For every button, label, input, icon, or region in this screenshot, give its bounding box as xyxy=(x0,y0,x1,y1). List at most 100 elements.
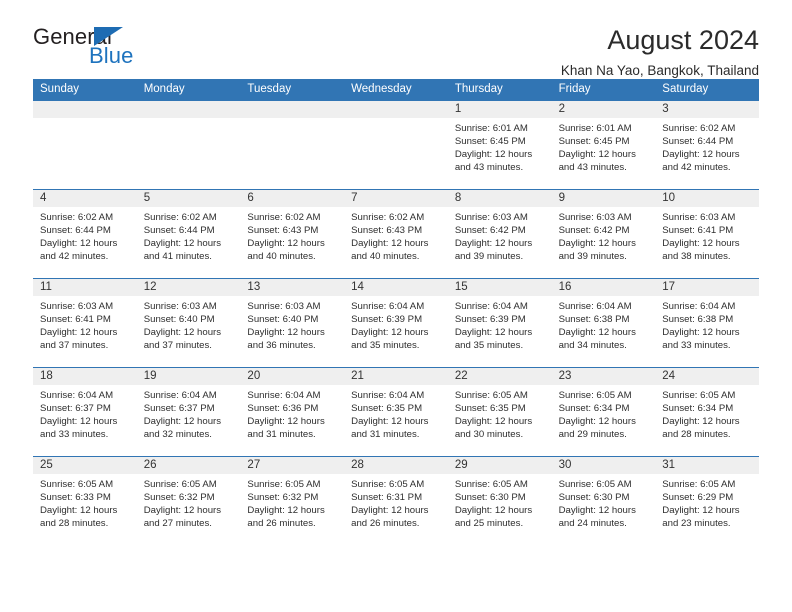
sunrise-text: Sunrise: 6:04 AM xyxy=(143,390,217,401)
day-number xyxy=(136,101,241,118)
daylight-text: Daylight: 12 hours and 36 minutes. xyxy=(247,327,325,352)
day-number: 10 xyxy=(655,190,759,207)
daylight-text: Daylight: 12 hours and 42 minutes. xyxy=(40,238,118,263)
daylight-text: Daylight: 12 hours and 40 minutes. xyxy=(351,238,429,263)
day-cell[interactable]: 6 Sunrise: 6:02 AM Sunset: 6:43 PM Daylight… xyxy=(240,190,345,278)
day-number xyxy=(33,101,137,118)
sunrise-text: Sunrise: 6:04 AM xyxy=(558,301,632,312)
day-number: 8 xyxy=(447,190,552,207)
sunset-text: Sunset: 6:38 PM xyxy=(662,314,734,326)
calendar-week-row: 1 Sunrise: 6:01 AM Sunset: 6:45 PM Daylight… xyxy=(33,101,759,189)
day-cell[interactable]: 10 Sunrise: 6:03 AM Sunset: 6:41 PM Dayligh… xyxy=(655,190,759,278)
sunrise-text: Sunrise: 6:02 AM xyxy=(247,212,321,223)
day-info: Sunrise: 6:05 AM Sunset: 6:35 PM Daylight:… xyxy=(448,385,552,441)
day-cell[interactable]: 13 Sunrise: 6:03 AM Sunset: 6:40 PM Dayligh… xyxy=(240,279,345,367)
sunrise-text: Sunrise: 6:03 AM xyxy=(454,212,528,223)
day-number: 18 xyxy=(33,368,137,385)
sunset-text: Sunset: 6:39 PM xyxy=(351,314,423,326)
day-cell[interactable]: 3 Sunrise: 6:02 AM Sunset: 6:44 PM Daylight… xyxy=(655,101,759,189)
day-cell[interactable]: 21 Sunrise: 6:04 AM Sunset: 6:35 PM Dayligh… xyxy=(344,368,448,456)
day-cell[interactable]: 23 Sunrise: 6:05 AM Sunset: 6:34 PM Dayligh… xyxy=(551,368,656,456)
day-cell[interactable]: 19 Sunrise: 6:04 AM Sunset: 6:37 PM Dayligh… xyxy=(136,368,241,456)
day-info: Sunrise: 6:02 AM Sunset: 6:43 PM Daylight:… xyxy=(240,207,344,263)
day-cell[interactable]: 4 Sunrise: 6:02 AM Sunset: 6:44 PM Daylight… xyxy=(33,190,137,278)
sunrise-text: Sunrise: 6:03 AM xyxy=(40,301,114,312)
day-number: 3 xyxy=(655,101,759,118)
day-cell[interactable]: 16 Sunrise: 6:04 AM Sunset: 6:38 PM Dayligh… xyxy=(551,279,656,367)
sunrise-text: Sunrise: 6:03 AM xyxy=(143,301,217,312)
day-number: 29 xyxy=(447,457,552,474)
day-number: 13 xyxy=(240,279,345,296)
day-cell[interactable]: 15 Sunrise: 6:04 AM Sunset: 6:39 PM Dayligh… xyxy=(447,279,552,367)
daylight-text: Daylight: 12 hours and 28 minutes. xyxy=(40,505,118,530)
sunrise-text: Sunrise: 6:05 AM xyxy=(662,479,736,490)
day-number: 22 xyxy=(447,368,552,385)
day-number: 4 xyxy=(33,190,137,207)
day-cell[interactable]: 22 Sunrise: 6:05 AM Sunset: 6:35 PM Dayligh… xyxy=(447,368,552,456)
day-info: Sunrise: 6:05 AM Sunset: 6:32 PM Daylight:… xyxy=(240,474,344,530)
weekday-header-wednesday: Wednesday xyxy=(351,83,412,96)
day-cell[interactable]: 5 Sunrise: 6:02 AM Sunset: 6:44 PM Daylight… xyxy=(136,190,241,278)
day-number: 1 xyxy=(447,101,552,118)
day-cell[interactable]: 31 Sunrise: 6:05 AM Sunset: 6:29 PM Dayligh… xyxy=(655,457,759,545)
day-cell[interactable]: 12 Sunrise: 6:03 AM Sunset: 6:40 PM Dayligh… xyxy=(136,279,241,367)
daylight-text: Daylight: 12 hours and 26 minutes. xyxy=(247,505,325,530)
sunset-text: Sunset: 6:39 PM xyxy=(454,314,526,326)
sunset-text: Sunset: 6:35 PM xyxy=(454,403,526,415)
sunset-text: Sunset: 6:44 PM xyxy=(662,136,734,148)
day-info: Sunrise: 6:01 AM Sunset: 6:45 PM Daylight:… xyxy=(552,118,656,174)
daylight-text: Daylight: 12 hours and 25 minutes. xyxy=(454,505,533,530)
day-number: 23 xyxy=(551,368,656,385)
day-number: 21 xyxy=(344,368,448,385)
day-cell[interactable]: 8 Sunrise: 6:03 AM Sunset: 6:42 PM Daylight… xyxy=(447,190,552,278)
day-number: 25 xyxy=(33,457,137,474)
day-number: 12 xyxy=(136,279,241,296)
daylight-text: Daylight: 12 hours and 37 minutes. xyxy=(40,327,118,352)
day-cell[interactable]: 18 Sunrise: 6:04 AM Sunset: 6:37 PM Dayligh… xyxy=(33,368,137,456)
day-number: 30 xyxy=(551,457,656,474)
day-number: 16 xyxy=(551,279,656,296)
sunrise-text: Sunrise: 6:05 AM xyxy=(40,479,114,490)
day-cell[interactable]: 27 Sunrise: 6:05 AM Sunset: 6:32 PM Dayligh… xyxy=(240,457,345,545)
day-cell[interactable]: 28 Sunrise: 6:05 AM Sunset: 6:31 PM Dayligh… xyxy=(344,457,448,545)
day-number: 14 xyxy=(344,279,448,296)
generalblue-logo[interactable]: General Blue xyxy=(33,26,163,72)
day-info: Sunrise: 6:03 AM Sunset: 6:41 PM Daylight:… xyxy=(33,296,137,352)
sunrise-text: Sunrise: 6:04 AM xyxy=(247,390,321,401)
daylight-text: Daylight: 12 hours and 40 minutes. xyxy=(247,238,325,263)
daylight-text: Daylight: 12 hours and 32 minutes. xyxy=(143,416,222,441)
day-cell[interactable]: 30 Sunrise: 6:05 AM Sunset: 6:30 PM Dayligh… xyxy=(551,457,656,545)
day-cell-empty xyxy=(136,101,241,189)
daylight-text: Daylight: 12 hours and 28 minutes. xyxy=(662,416,740,441)
day-cell[interactable]: 2 Sunrise: 6:01 AM Sunset: 6:45 PM Daylight… xyxy=(551,101,656,189)
day-cell[interactable]: 26 Sunrise: 6:05 AM Sunset: 6:32 PM Dayligh… xyxy=(136,457,241,545)
day-info: Sunrise: 6:05 AM Sunset: 6:29 PM Daylight:… xyxy=(655,474,759,530)
sunset-text: Sunset: 6:32 PM xyxy=(143,492,215,504)
weekday-header-saturday: Saturday xyxy=(662,83,709,96)
day-number: 20 xyxy=(240,368,345,385)
day-cell[interactable]: 11 Sunrise: 6:03 AM Sunset: 6:41 PM Dayligh… xyxy=(33,279,137,367)
daylight-text: Daylight: 12 hours and 31 minutes. xyxy=(247,416,325,441)
sunset-text: Sunset: 6:43 PM xyxy=(351,225,423,237)
day-cell[interactable]: 25 Sunrise: 6:05 AM Sunset: 6:33 PM Dayligh… xyxy=(33,457,137,545)
day-info: Sunrise: 6:03 AM Sunset: 6:40 PM Daylight:… xyxy=(137,296,241,352)
day-cell[interactable]: 1 Sunrise: 6:01 AM Sunset: 6:45 PM Daylight… xyxy=(447,101,552,189)
day-cell[interactable]: 9 Sunrise: 6:03 AM Sunset: 6:42 PM Daylight… xyxy=(551,190,656,278)
day-cell[interactable]: 17 Sunrise: 6:04 AM Sunset: 6:38 PM Dayligh… xyxy=(655,279,759,367)
calendar-page: General Blue August 2024 Khan Na Yao, Ba… xyxy=(0,0,792,612)
daylight-text: Daylight: 12 hours and 39 minutes. xyxy=(454,238,533,263)
day-cell[interactable]: 14 Sunrise: 6:04 AM Sunset: 6:39 PM Dayligh… xyxy=(344,279,448,367)
day-cell-empty xyxy=(240,101,345,189)
day-info: Sunrise: 6:05 AM Sunset: 6:30 PM Daylight:… xyxy=(448,474,552,530)
daylight-text: Daylight: 12 hours and 31 minutes. xyxy=(351,416,429,441)
day-cell[interactable]: 29 Sunrise: 6:05 AM Sunset: 6:30 PM Dayligh… xyxy=(447,457,552,545)
daylight-text: Daylight: 12 hours and 35 minutes. xyxy=(454,327,533,352)
day-cell[interactable]: 24 Sunrise: 6:05 AM Sunset: 6:34 PM Dayligh… xyxy=(655,368,759,456)
daylight-text: Daylight: 12 hours and 35 minutes. xyxy=(351,327,429,352)
day-cell[interactable]: 20 Sunrise: 6:04 AM Sunset: 6:36 PM Dayligh… xyxy=(240,368,345,456)
daylight-text: Daylight: 12 hours and 30 minutes. xyxy=(454,416,533,441)
day-number xyxy=(344,101,448,118)
day-cell[interactable]: 7 Sunrise: 6:02 AM Sunset: 6:43 PM Daylight… xyxy=(344,190,448,278)
weekday-header-row: Sunday Monday Tuesday Wednesday Thursday Frid… xyxy=(33,79,759,101)
day-number: 31 xyxy=(655,457,759,474)
